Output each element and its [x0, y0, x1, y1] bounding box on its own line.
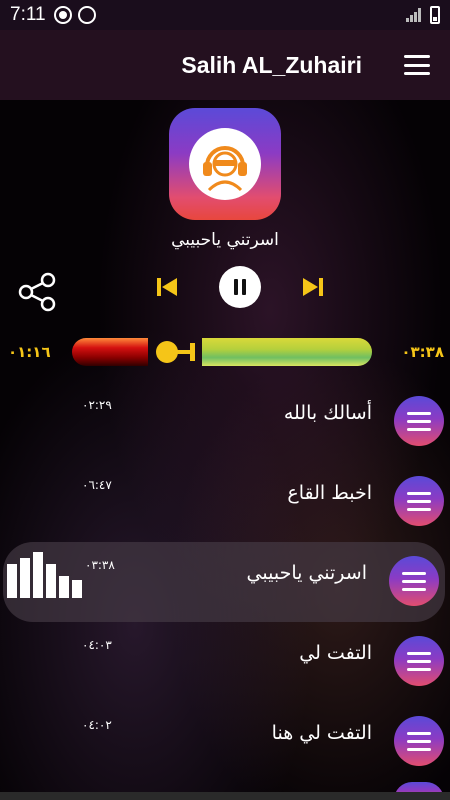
track-row[interactable]: التفت لي هنا ٠٤:٠٢ [0, 702, 450, 782]
skip-previous-icon[interactable] [155, 275, 179, 299]
status-time: 7:11 [10, 4, 46, 25]
total-time: ٠٣:٣٨ [401, 343, 444, 361]
track-menu-icon[interactable] [394, 396, 444, 446]
record-icon [53, 6, 72, 24]
battery-icon [430, 6, 440, 24]
seek-thumb-cap [190, 343, 195, 361]
track-duration: ٠٦:٤٧ [82, 478, 112, 492]
pause-icon[interactable] [219, 266, 261, 308]
app-bar: Salih AL_Zuhairi [0, 30, 450, 100]
track-menu-icon[interactable] [394, 636, 444, 686]
track-name: أسالك بالله [283, 402, 372, 424]
equalizer-bars-icon [7, 550, 83, 598]
playback-controls [155, 266, 325, 308]
now-playing-title: اسرتني ياحبيبي [171, 230, 279, 250]
seek-remaining [202, 338, 372, 366]
app-title: Salih AL_Zuhairi [181, 51, 362, 78]
track-name: التفت لي [299, 642, 372, 664]
skip-next-icon[interactable] [301, 275, 325, 299]
seek-thumb[interactable] [156, 341, 178, 363]
nav-bar [0, 792, 450, 800]
track-menu-icon[interactable] [389, 556, 439, 606]
track-duration: ٠٢:٢٩ [82, 398, 112, 412]
track-row[interactable]: التفت لي ٠٤:٠٣ [0, 622, 450, 702]
share-icon[interactable] [16, 272, 60, 312]
track-duration: ٠٤:٠٢ [82, 718, 112, 732]
track-name: التفت لي هنا [271, 722, 372, 744]
track-duration: ٠٣:٣٨ [85, 558, 115, 572]
signal-icon [406, 8, 422, 22]
track-row[interactable]: اخبط القاع ٠٦:٤٧ [0, 462, 450, 542]
elapsed-time: ٠١:١٦ [8, 343, 51, 361]
track-duration: ٠٤:٠٣ [82, 638, 112, 652]
status-bar: 7:11 [0, 0, 450, 30]
album-logo [169, 108, 281, 220]
hamburger-menu-icon[interactable] [404, 55, 430, 75]
track-menu-icon[interactable] [394, 716, 444, 766]
track-row[interactable]: أسالك بالله ٠٢:٢٩ [0, 382, 450, 462]
seek-bar[interactable] [72, 338, 372, 366]
track-name: اخبط القاع [287, 482, 372, 504]
whatsapp-icon [77, 6, 96, 24]
seek-played [72, 338, 148, 366]
track-name: اسرتني ياحبيبي [246, 562, 367, 584]
track-row[interactable]: اسرتني ياحبيبي ٠٣:٣٨ [3, 542, 445, 622]
track-menu-icon[interactable] [394, 476, 444, 526]
headphones-person-icon [189, 128, 261, 200]
